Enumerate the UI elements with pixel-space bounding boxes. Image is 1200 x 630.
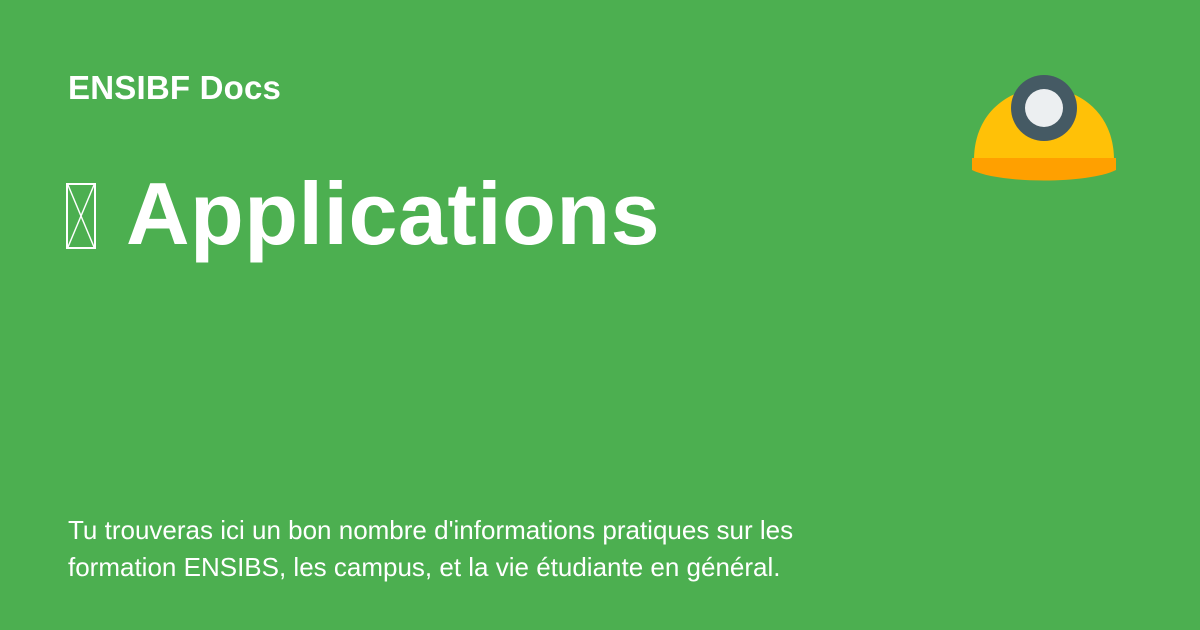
miner-helmet-icon: [968, 66, 1120, 196]
missing-glyph-icon: [66, 183, 96, 249]
page-title: Applications: [126, 164, 661, 263]
site-name: ENSIBF Docs: [68, 69, 282, 106]
page-title-row: Applications: [66, 164, 660, 264]
page-description: Tu trouveras ici un bon nombre d'informa…: [68, 515, 794, 582]
